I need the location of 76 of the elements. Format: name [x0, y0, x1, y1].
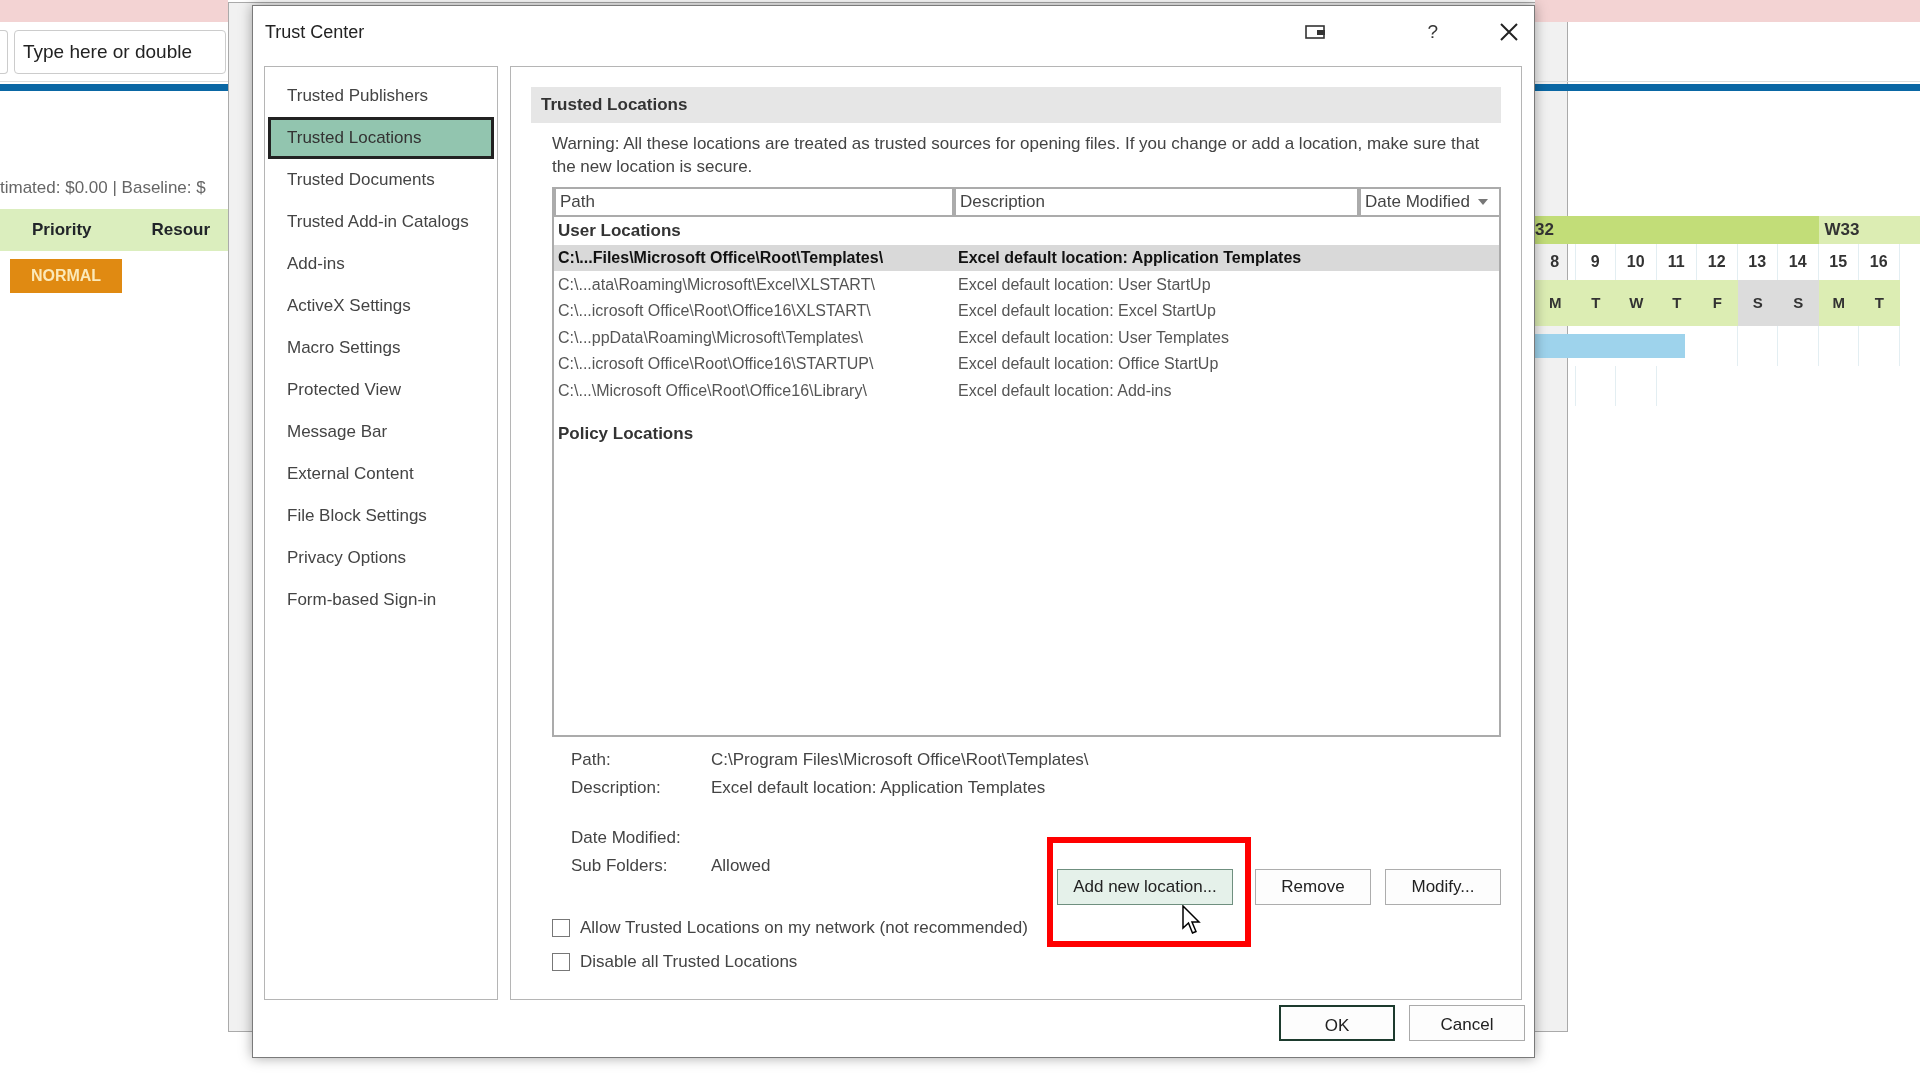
priority-badge: NORMAL	[10, 259, 122, 293]
description-cell-text: Excel default location: User StartUp	[958, 274, 1211, 295]
detail-value: Excel default location: Application Templates	[711, 776, 1047, 799]
display-icon[interactable]	[1305, 24, 1328, 40]
checkbox[interactable]	[552, 918, 570, 937]
close-icon[interactable]	[1500, 23, 1518, 41]
table-row[interactable]: C:\...\Microsoft Office\Root\Office16\Library\ Excel default location: Add-ins	[554, 377, 1499, 404]
week-header: 32	[1535, 216, 1819, 244]
path-cell-text: C:\...ppData\Roaming\Microsoft\Templates\	[558, 327, 864, 348]
group-title: Policy Locations	[557, 423, 695, 446]
table-row[interactable]: C:\...ata\Roaming\Microsoft\Excel\XLSTART\ Excel default location: User StartUp	[554, 271, 1499, 298]
path-cell-text: C:\...icrosoft Office\Root\Office16\STARTUP\	[558, 354, 875, 375]
sidebar-item[interactable]: Trusted Publishers	[268, 75, 494, 117]
sort-caret-icon	[1477, 198, 1488, 205]
path-cell-text: C:\...ata\Roaming\Microsoft\Excel\XLSTART\	[558, 274, 876, 295]
path-cell-text: C:\...Files\Microsoft Office\Root\Templates\	[558, 248, 885, 269]
warning-text: Warning: All these locations are treated as trusted sources for opening files. If you change or add a location, make sure that the new location is secure.	[552, 133, 1481, 178]
window-title: Trust Center	[265, 20, 366, 44]
action-button[interactable]: Remove	[1255, 868, 1371, 905]
cost-summary: timated: $0.00 | Baseline: $	[0, 177, 207, 199]
path-cell-text: C:\...icrosoft Office\Root\Office16\XLSTART\	[558, 301, 872, 322]
weekday-cell: S	[1778, 280, 1819, 326]
description-cell-text: Excel default location: User Templates	[958, 327, 1229, 348]
group-title: User Locations	[557, 220, 682, 243]
sidebar-item[interactable]: Trusted Locations	[268, 117, 494, 159]
description-cell-text: Excel default location: Add-ins	[958, 380, 1172, 401]
weekday-cell: M	[1535, 280, 1576, 326]
section-header: Trusted Locations	[531, 87, 1501, 123]
sidebar-item[interactable]: Macro Settings	[268, 327, 494, 369]
detail-label: Sub Folders:	[571, 854, 669, 877]
sidebar-item[interactable]: Privacy Options	[268, 537, 494, 579]
description-cell-text: Excel default location: Excel StartUp	[958, 301, 1216, 322]
dialog-button[interactable]: Cancel	[1409, 1005, 1525, 1041]
description-cell-text: Excel default location: Application Templates	[958, 248, 1302, 269]
help-button[interactable]: ?	[1427, 17, 1438, 47]
detail-value: Allowed	[711, 854, 772, 877]
weekday-cell: T	[1575, 280, 1616, 326]
action-button[interactable]: Add new location...	[1057, 868, 1233, 905]
description-cell-text: Excel default location: Office StartUp	[958, 354, 1219, 375]
checkbox-label: Disable all Trusted Locations	[580, 951, 798, 974]
detail-label: Description:	[571, 776, 662, 799]
table-row[interactable]: C:\...icrosoft Office\Root\Office16\XLSTART\ Excel default location: Excel StartUp	[554, 297, 1499, 325]
weekday-cell: T	[1656, 280, 1697, 326]
week-header: W33	[1818, 216, 1920, 244]
sidebar-item[interactable]: Message Bar	[268, 411, 494, 453]
weekday-cell: F	[1697, 280, 1738, 326]
path-cell-text: C:\...\Microsoft Office\Root\Office16\Library\	[558, 380, 868, 401]
detail-label: Path:	[571, 748, 612, 771]
sidebar-item[interactable]: File Block Settings	[268, 495, 494, 537]
sidebar-item[interactable]: ActiveX Settings	[268, 285, 494, 327]
table-row[interactable]: C:\...Files\Microsoft Office\Root\Templates\ Excel default location: Application Templates	[554, 244, 1499, 272]
dialog-button[interactable]: OK	[1279, 1005, 1395, 1041]
sidebar-item[interactable]: Trusted Documents	[268, 159, 494, 201]
weekday-cell: S	[1737, 280, 1778, 326]
table-row[interactable]: C:\...ppData\Roaming\Microsoft\Templates\ Excel default location: User Templates	[554, 324, 1499, 351]
sidebar-item[interactable]: External Content	[268, 453, 494, 495]
table-row[interactable]: C:\...icrosoft Office\Root\Office16\STARTUP\ Excel default location: Office StartUp	[554, 350, 1499, 378]
detail-label: Date Modified:	[571, 826, 682, 849]
weekday-cell: T	[1859, 280, 1900, 326]
column-header: Priority	[32, 219, 92, 242]
column-header: Resour	[151, 219, 211, 242]
weekday-cell: M	[1818, 280, 1859, 326]
checkbox-label: Allow Trusted Locations on my network (not recommended)	[580, 917, 1028, 940]
formula-input[interactable]: Type here or double	[14, 29, 226, 74]
column-header[interactable]: Path	[554, 188, 954, 217]
column-header[interactable]: Description	[954, 188, 1359, 217]
cursor-icon	[1182, 905, 1202, 935]
sidebar-item[interactable]: Protected View	[268, 369, 494, 411]
sidebar-item[interactable]: Form-based Sign-in	[268, 579, 494, 621]
weekday-cell: W	[1616, 280, 1657, 326]
detail-value: C:\Program Files\Microsoft Office\Root\Templates\	[711, 748, 1090, 771]
checkbox[interactable]	[552, 952, 570, 971]
column-header[interactable]: Date Modified	[1359, 188, 1499, 217]
action-button[interactable]: Modify...	[1385, 868, 1501, 905]
sidebar-item[interactable]: Add-ins	[268, 243, 494, 285]
sidebar-item[interactable]: Trusted Add-in Catalogs	[268, 201, 494, 243]
